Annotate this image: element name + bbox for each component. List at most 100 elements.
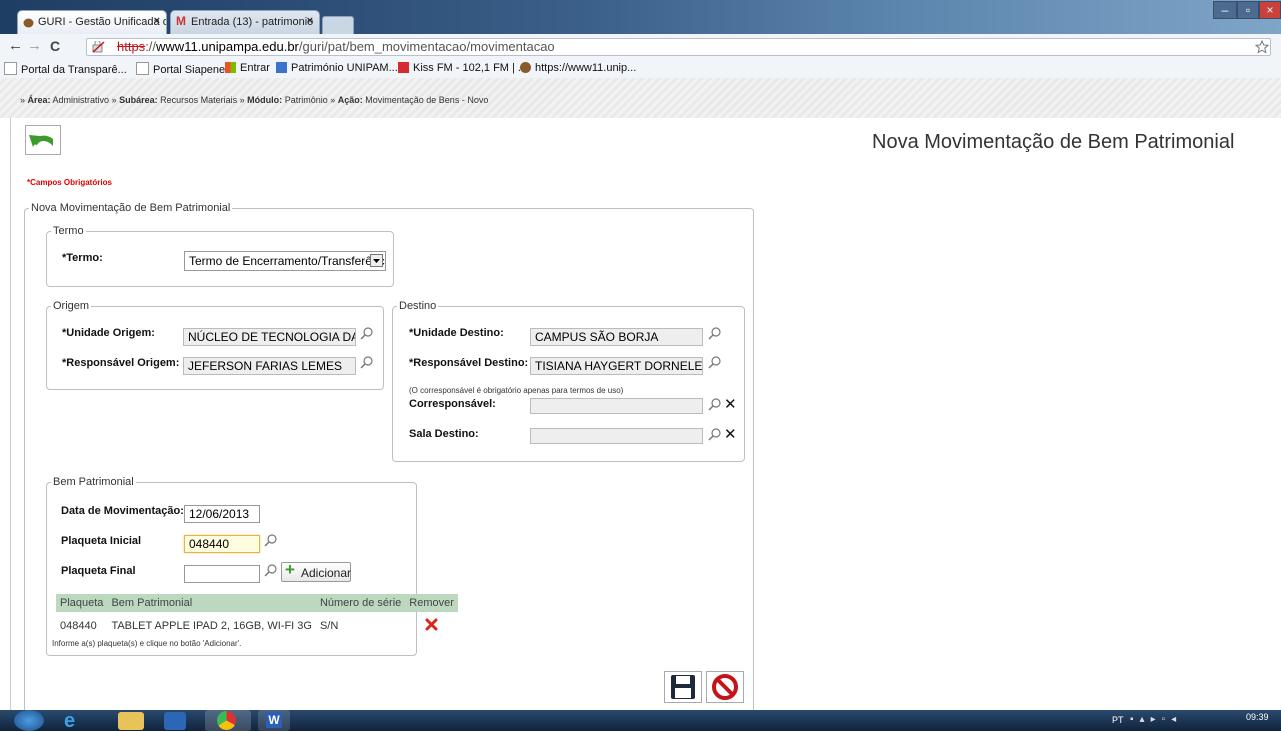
plaqueta-hint: Informe a(s) plaqueta(s) e clique no bot… xyxy=(52,639,242,648)
bens-table: Plaqueta Bem Patrimonial Número de série… xyxy=(56,594,458,640)
language-indicator[interactable]: PT xyxy=(1112,715,1124,725)
plaqueta-final-field[interactable] xyxy=(184,565,260,583)
search-icon[interactable] xyxy=(264,533,278,547)
corresponsavel-field[interactable] xyxy=(530,398,703,414)
sala-destino-field[interactable] xyxy=(530,428,703,444)
bem-cell: TABLET APPLE IPAD 2, 16GB, WI-FI 3G xyxy=(111,620,312,632)
forward-arrow-icon[interactable]: → xyxy=(27,37,42,54)
tab-guri[interactable]: GURI - Gestão Unificada d × xyxy=(17,10,167,34)
unidade-destino-field[interactable]: CAMPUS SÃO BORJA xyxy=(530,328,703,346)
bookmark-www11[interactable]: https://www11.unip... xyxy=(520,62,636,74)
back-arrow-icon[interactable]: ← xyxy=(8,37,23,54)
breadcrumb-area-label: Área: xyxy=(27,95,51,105)
data-movimentacao-field[interactable]: 12/06/2013 xyxy=(184,505,260,523)
bem-patrimonial-legend: Bem Patrimonial xyxy=(53,476,134,488)
bookmark-star-icon[interactable] xyxy=(1255,40,1269,54)
bookmark-entrar[interactable]: Entrar xyxy=(225,62,270,74)
broken-lock-icon xyxy=(92,41,105,53)
windows-taskbar: e W PT ▪▴▸▫◂ 09:39 xyxy=(0,710,1281,731)
termo-select[interactable]: Termo de Encerramento/Transferência xyxy=(184,251,386,271)
serie-cell: S/N xyxy=(319,620,339,632)
bookmark-portal-siapenet[interactable]: Portal Siapenet xyxy=(136,62,228,76)
system-tray-icons[interactable]: ▪▴▸▫◂ xyxy=(1130,714,1182,725)
tab-gmail[interactable]: M Entrada (13) - patrimonio × xyxy=(170,10,320,34)
new-tab-button[interactable] xyxy=(322,16,354,35)
column-header: Remover xyxy=(405,594,458,612)
back-button[interactable] xyxy=(25,125,61,155)
breadcrumb-separator: » xyxy=(237,95,248,105)
plaqueta-inicial-label: Plaqueta Inicial xyxy=(61,535,142,547)
page-icon xyxy=(4,62,17,75)
prohibited-icon xyxy=(712,674,738,700)
destino-legend: Destino xyxy=(399,300,437,312)
radio-icon xyxy=(398,62,409,73)
floppy-disk-icon xyxy=(671,675,695,699)
bookmark-patrimonio-unipampa[interactable]: Património UNIPAM... xyxy=(276,62,398,74)
tab-close-icon[interactable]: × xyxy=(154,15,160,27)
chevron-down-icon[interactable] xyxy=(370,254,383,267)
breadcrumb-action: Movimentação de Bens - Novo xyxy=(365,95,489,105)
breadcrumb-module-label: Módulo: xyxy=(247,95,283,105)
search-icon[interactable] xyxy=(360,355,374,369)
guri-favicon-icon xyxy=(23,18,34,28)
plaqueta-inicial-field[interactable]: 048440 xyxy=(184,535,260,553)
breadcrumb-module: Patrimônio xyxy=(284,95,328,105)
column-header: Plaqueta xyxy=(56,594,108,612)
close-window-button[interactable]: × xyxy=(1259,1,1281,19)
maximize-button[interactable]: ▫ xyxy=(1237,1,1259,19)
termo-legend: Termo xyxy=(53,225,84,237)
responsavel-origem-field[interactable]: JEFERSON FARIAS LEMES xyxy=(183,357,356,375)
cancel-button[interactable] xyxy=(706,671,744,703)
gmail-favicon-icon: M xyxy=(176,14,186,28)
address-bar[interactable]: https://www11.unipampa.edu.br/guri/pat/b… xyxy=(86,38,1271,56)
chrome-taskbar-button[interactable] xyxy=(205,710,251,731)
word-taskbar-button[interactable]: W xyxy=(258,710,290,731)
add-button[interactable]: + Adicionar xyxy=(281,560,351,582)
bookmark-label: Portal da Transparê... xyxy=(21,64,127,76)
url-scheme: https xyxy=(117,39,146,54)
termo-label: *Termo: xyxy=(62,252,103,264)
remove-icon[interactable] xyxy=(425,618,438,631)
clear-sala-destino-icon[interactable]: ✕ xyxy=(724,427,737,442)
search-icon[interactable] xyxy=(264,563,278,577)
unidade-destino-label: *Unidade Destino: xyxy=(409,327,504,339)
table-header-row: Plaqueta Bem Patrimonial Número de série… xyxy=(56,594,458,612)
search-icon[interactable] xyxy=(708,326,722,340)
search-icon[interactable] xyxy=(708,397,722,411)
media-player-icon[interactable] xyxy=(164,712,186,730)
undo-arrow-icon xyxy=(29,135,53,147)
responsavel-destino-field[interactable]: TISIANA HAYGERT DORNELES xyxy=(530,357,703,375)
bookmarks-bar: Portal da Transparê... Portal Siapenet E… xyxy=(0,58,1281,79)
plus-icon: + xyxy=(285,560,295,579)
bookmark-kiss-fm[interactable]: Kiss FM - 102,1 FM | ... xyxy=(398,62,527,74)
bookmark-label: Portal Siapenet xyxy=(153,64,229,76)
corresponsavel-label: Corresponsável: xyxy=(409,398,496,410)
sala-destino-label: Sala Destino: xyxy=(409,428,479,440)
internet-explorer-icon[interactable]: e xyxy=(64,711,90,731)
search-icon[interactable] xyxy=(360,326,374,340)
unidade-origem-field[interactable]: NÚCLEO DE TECNOLOGIA DA INF xyxy=(183,328,356,346)
search-icon[interactable] xyxy=(708,427,722,441)
required-fields-note: *Campos Obrigatórios xyxy=(27,178,112,187)
start-button-icon[interactable] xyxy=(14,710,44,731)
minimize-button[interactable]: – xyxy=(1213,1,1237,19)
clear-corresponsavel-icon[interactable]: ✕ xyxy=(724,397,737,412)
url-separator: :// xyxy=(145,39,157,54)
tab-title: Entrada (13) - patrimonio xyxy=(191,16,314,28)
breadcrumb-subarea: Recursos Materiais xyxy=(160,95,238,105)
folder-icon[interactable] xyxy=(118,712,144,730)
breadcrumb-action-label: Ação: xyxy=(337,95,363,105)
plaqueta-final-label: Plaqueta Final xyxy=(61,565,136,577)
tab-close-icon[interactable]: × xyxy=(307,15,313,27)
url-path: /guri/pat/bem_movimentacao/movimentacao xyxy=(298,39,555,54)
save-button[interactable] xyxy=(664,671,702,703)
breadcrumb-prefix: » xyxy=(20,95,28,105)
guri-favicon-icon xyxy=(520,62,531,73)
breadcrumb-separator: » xyxy=(109,95,120,105)
search-icon[interactable] xyxy=(708,355,722,369)
clock[interactable]: 09:39 xyxy=(1246,712,1269,722)
bookmark-portal-transparencia[interactable]: Portal da Transparê... xyxy=(4,62,127,76)
bookmark-label: Património UNIPAM... xyxy=(291,62,398,74)
bookmark-label: Kiss FM - 102,1 FM | ... xyxy=(413,62,528,74)
reload-icon[interactable]: C xyxy=(50,38,60,54)
